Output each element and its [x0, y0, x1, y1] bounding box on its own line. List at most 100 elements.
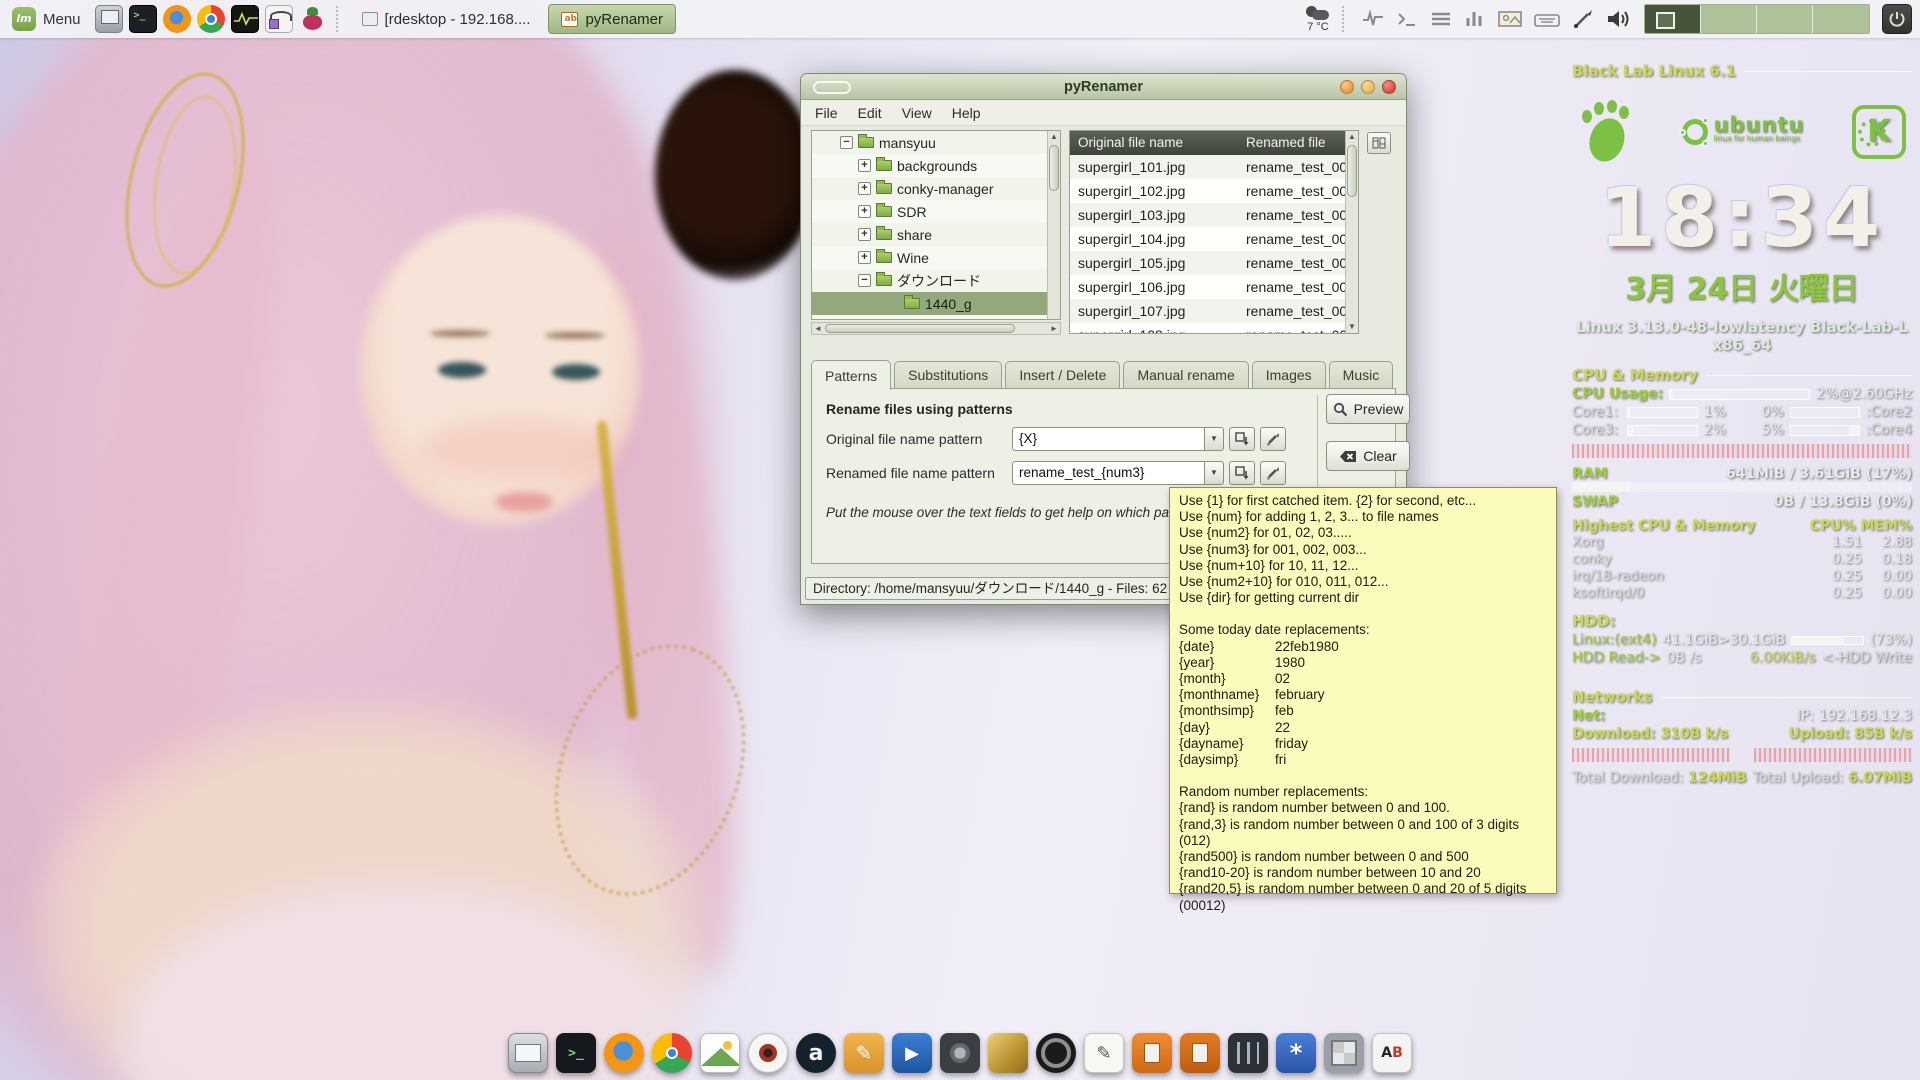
renamed-pattern-dropdown[interactable]: ▼: [1204, 461, 1224, 485]
file-row[interactable]: supergirl_102.jpgrename_test_001: [1070, 179, 1358, 203]
edit-pattern-button[interactable]: [1260, 461, 1286, 485]
firefox-dock-icon[interactable]: [604, 1033, 644, 1073]
tree-item-backgrounds[interactable]: + backgrounds: [812, 154, 1060, 177]
editor-dock-icon[interactable]: ✎: [844, 1033, 884, 1073]
expand-icon[interactable]: +: [858, 228, 871, 241]
disc-burner-dock-icon[interactable]: [1036, 1033, 1076, 1073]
file-row[interactable]: supergirl_101.jpgrename_test_000: [1070, 155, 1358, 179]
workspace-1[interactable]: [1645, 5, 1701, 33]
raspberry-pi-launcher-icon[interactable]: [299, 5, 327, 33]
volume-icon[interactable]: [1606, 8, 1632, 30]
tree-horizontal-scrollbar[interactable]: ◄ ►: [811, 322, 1061, 335]
file-row[interactable]: supergirl_106.jpgrename_test_005: [1070, 275, 1358, 299]
scrollbar-thumb[interactable]: [1049, 145, 1059, 191]
collapse-icon[interactable]: −: [840, 136, 853, 149]
expand-icon[interactable]: +: [858, 251, 871, 264]
expand-icon[interactable]: +: [858, 159, 871, 172]
firefox-launcher-icon[interactable]: [163, 5, 191, 33]
menu-file[interactable]: File: [805, 103, 848, 123]
tab-substitutions[interactable]: Substitutions: [894, 361, 1002, 389]
workspace-4[interactable]: [1813, 5, 1869, 33]
column-options-button[interactable]: [1367, 132, 1391, 154]
clear-button[interactable]: Clear: [1326, 441, 1410, 471]
screenshot-icon[interactable]: [1498, 9, 1522, 29]
preview-button[interactable]: Preview: [1326, 394, 1410, 424]
equalizer-dock-icon[interactable]: [1228, 1033, 1268, 1073]
taskbar-rdesktop-button[interactable]: [rdesktop - 192.168....: [350, 4, 543, 34]
tab-images[interactable]: Images: [1252, 361, 1326, 389]
window-menu-pill[interactable]: [813, 81, 851, 94]
power-button[interactable]: [1882, 4, 1912, 34]
close-button[interactable]: [1382, 80, 1396, 94]
scroll-up-icon[interactable]: ▲: [1048, 131, 1060, 143]
tab-insert-delete[interactable]: Insert / Delete: [1005, 361, 1120, 389]
menu-help[interactable]: Help: [942, 103, 991, 123]
chrome-dock-icon[interactable]: [652, 1033, 692, 1073]
terminal-tray-icon[interactable]: [1396, 9, 1418, 29]
oscilloscope-launcher-icon[interactable]: [231, 5, 259, 33]
terminal-dock-icon[interactable]: >_: [556, 1033, 596, 1073]
original-pattern-input[interactable]: {X}: [1012, 427, 1204, 451]
workspace-3[interactable]: [1757, 5, 1813, 33]
tree-item-mansyuu[interactable]: − mansyuu: [812, 131, 1060, 154]
menu-button[interactable]: lm Menu: [8, 5, 89, 33]
audacious-dock-icon[interactable]: a: [796, 1033, 836, 1073]
tree-item-downloads[interactable]: − ダウンロード: [812, 269, 1060, 292]
scroll-up-icon[interactable]: ▲: [1346, 131, 1358, 143]
tab-patterns[interactable]: Patterns: [811, 360, 891, 390]
column-original[interactable]: Original file name: [1070, 131, 1238, 155]
scrollbar-thumb[interactable]: [825, 324, 1015, 333]
scroll-right-icon[interactable]: ►: [1048, 323, 1060, 334]
file-list-header[interactable]: Original file name Renamed file name: [1070, 131, 1358, 155]
usb-drive-dock-icon[interactable]: [1132, 1033, 1172, 1073]
bar-chart-icon[interactable]: [1464, 9, 1486, 29]
workspace-switcher[interactable]: [1644, 4, 1870, 34]
scrollbar-thumb[interactable]: [1347, 145, 1357, 197]
tab-music[interactable]: Music: [1329, 361, 1394, 389]
file-row[interactable]: supergirl_108.jpgrename_test_007: [1070, 323, 1358, 334]
menu-view[interactable]: View: [892, 103, 942, 123]
minimize-button[interactable]: [1340, 80, 1354, 94]
file-row[interactable]: supergirl_103.jpgrename_test_002: [1070, 203, 1358, 227]
renamed-pattern-input[interactable]: rename_test_{num3}: [1012, 461, 1204, 485]
menu-edit[interactable]: Edit: [848, 103, 892, 123]
gold-app-dock-icon[interactable]: [988, 1033, 1028, 1073]
circuit-launcher-icon[interactable]: [265, 5, 293, 33]
usb-drive-2-dock-icon[interactable]: [1180, 1033, 1220, 1073]
snowflake-app-dock-icon[interactable]: *: [1276, 1033, 1316, 1073]
system-monitor-icon[interactable]: [1362, 9, 1384, 29]
file-row[interactable]: supergirl_105.jpgrename_test_004: [1070, 251, 1358, 275]
package-manager-dock-icon[interactable]: [1324, 1033, 1364, 1073]
weather-applet[interactable]: 7 °C: [1305, 6, 1331, 33]
tree-item-wine[interactable]: + Wine: [812, 246, 1060, 269]
tree-item-sdr[interactable]: + SDR: [812, 200, 1060, 223]
maximize-button[interactable]: [1361, 80, 1375, 94]
save-pattern-button[interactable]: [1229, 461, 1255, 485]
scroll-down-icon[interactable]: ▼: [1346, 321, 1358, 333]
file-row[interactable]: supergirl_107.jpgrename_test_006: [1070, 299, 1358, 323]
list-vertical-scrollbar[interactable]: ▲ ▼: [1345, 131, 1358, 333]
tab-manual-rename[interactable]: Manual rename: [1123, 361, 1248, 389]
original-pattern-dropdown[interactable]: ▼: [1204, 427, 1224, 451]
media-player-dock-icon[interactable]: ▶: [892, 1033, 932, 1073]
file-manager-dock-icon[interactable]: [508, 1033, 548, 1073]
collapse-icon[interactable]: −: [858, 274, 871, 287]
expand-icon[interactable]: +: [858, 182, 871, 195]
tree-item-conky-manager[interactable]: + conky-manager: [812, 177, 1060, 200]
expand-icon[interactable]: +: [858, 205, 871, 218]
file-row[interactable]: supergirl_104.jpgrename_test_003: [1070, 227, 1358, 251]
tree-item-1440g-selected[interactable]: 1440_g: [812, 292, 1060, 315]
titlebar[interactable]: pyRenamer: [801, 74, 1406, 100]
image-viewer-dock-icon[interactable]: [700, 1033, 740, 1073]
tree-vertical-scrollbar[interactable]: ▲: [1047, 131, 1060, 319]
column-renamed[interactable]: Renamed file name: [1238, 131, 1358, 155]
keyboard-icon[interactable]: [1534, 9, 1560, 29]
eye-viewer-dock-icon[interactable]: [748, 1033, 788, 1073]
tree-item-share[interactable]: + share: [812, 223, 1060, 246]
taskbar-pyrenamer-button[interactable]: pyRenamer: [548, 4, 676, 34]
menu-lines-icon[interactable]: [1430, 9, 1452, 29]
scroll-left-icon[interactable]: ◄: [812, 323, 824, 334]
terminal-launcher-icon[interactable]: [129, 5, 157, 33]
computer-launcher-icon[interactable]: [95, 5, 123, 33]
chrome-launcher-icon[interactable]: [197, 5, 225, 33]
